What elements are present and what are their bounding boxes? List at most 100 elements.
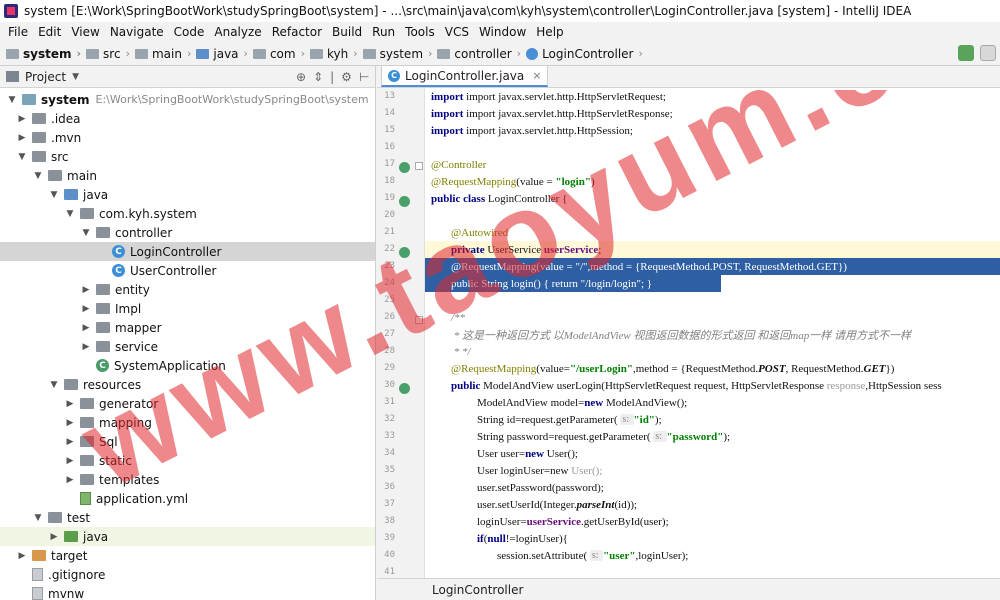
breadcrumb-kyh[interactable]: kyh › — [309, 47, 363, 61]
menu-run[interactable]: Run — [367, 25, 400, 39]
breadcrumb-main[interactable]: main › — [134, 47, 196, 61]
breadcrumb-label: LoginController — [542, 46, 634, 61]
collapse-arrow-icon[interactable]: ▶ — [64, 418, 76, 428]
tree-item-logincontroller[interactable]: C LoginController — [0, 242, 375, 261]
tab-logincontroller[interactable]: C LoginController.java × — [381, 66, 549, 87]
expand-arrow-icon[interactable]: ▼ — [6, 95, 18, 105]
expand-arrow-icon[interactable]: ▼ — [48, 380, 60, 390]
hide-icon[interactable]: ⊢ — [359, 70, 369, 84]
tree-item-label: .mvn — [51, 130, 82, 145]
chevron-down-icon[interactable]: ▼ — [72, 72, 79, 82]
tree-item-mapper[interactable]: ▶ mapper — [0, 318, 375, 337]
tree-item-package[interactable]: ▼ com.kyh.system — [0, 204, 375, 223]
tree-item-mvn[interactable]: ▶ .mvn — [0, 128, 375, 147]
tree-item-idea[interactable]: ▶ .idea — [0, 109, 375, 128]
menu-navigate[interactable]: Navigate — [105, 25, 169, 39]
module-folder-icon — [22, 94, 36, 105]
tree-item-impl[interactable]: ▶ Impl — [0, 299, 375, 318]
tree-item-usercontroller[interactable]: C UserController — [0, 261, 375, 280]
tree-item-entity[interactable]: ▶ entity — [0, 280, 375, 299]
menu-file[interactable]: File — [3, 25, 33, 39]
breadcrumb-controller[interactable]: controller › — [437, 47, 526, 61]
breadcrumb-system[interactable]: system › — [6, 47, 86, 61]
tree-item-static[interactable]: ▶ static — [0, 451, 375, 470]
fold-marker-icon[interactable] — [415, 316, 423, 324]
breadcrumb-system-package[interactable]: system › — [362, 47, 438, 61]
breadcrumb-logincontroller[interactable]: LoginController › — [526, 47, 648, 61]
tree-item-generator[interactable]: ▶ generator — [0, 394, 375, 413]
tree-item-mapping[interactable]: ▶ mapping — [0, 413, 375, 432]
collapse-arrow-icon[interactable]: ▶ — [16, 133, 28, 143]
locate-icon[interactable]: ⊕ — [296, 70, 306, 84]
tree-item-controller[interactable]: ▼ controller — [0, 223, 375, 242]
tree-item-java[interactable]: ▼ java — [0, 185, 375, 204]
expand-arrow-icon[interactable]: ▼ — [80, 228, 92, 238]
spring-bean-icon[interactable] — [399, 196, 410, 207]
collapse-arrow-icon[interactable]: ▶ — [64, 437, 76, 447]
expand-arrow-icon[interactable]: ▼ — [64, 209, 76, 219]
breadcrumb-java[interactable]: java › — [196, 47, 253, 61]
menu-build[interactable]: Build — [327, 25, 367, 39]
code-area[interactable]: import import javax.servlet.http.HttpSer… — [425, 88, 1000, 578]
tree-item-system[interactable]: ▼ system E:\Work\SpringBootWork\studySprin… — [0, 90, 375, 109]
collapse-icon[interactable]: ⇕ — [313, 70, 323, 84]
tree-item-systemapplication[interactable]: C SystemApplication — [0, 356, 375, 375]
menu-refactor[interactable]: Refactor — [267, 25, 327, 39]
fold-marker-icon[interactable] — [415, 162, 423, 170]
tree-item-service[interactable]: ▶ service — [0, 337, 375, 356]
close-icon[interactable]: × — [532, 69, 541, 82]
expand-arrow-icon[interactable]: ▼ — [32, 513, 44, 523]
tree-item-main[interactable]: ▼ main — [0, 166, 375, 185]
vcs-update-icon[interactable] — [958, 45, 974, 61]
tree-item-mvnw[interactable]: mvnw — [0, 584, 375, 600]
menu-tools[interactable]: Tools — [400, 25, 440, 39]
menu-vcs[interactable]: VCS — [440, 25, 474, 39]
expand-arrow-icon[interactable]: ▼ — [48, 190, 60, 200]
collapse-arrow-icon[interactable]: ▶ — [16, 114, 28, 124]
project-panel-title[interactable]: Project — [25, 70, 66, 84]
collapse-arrow-icon[interactable]: ▶ — [80, 323, 92, 333]
gear-icon[interactable]: ⚙ — [341, 70, 352, 84]
tree-item-label: LoginController — [130, 244, 222, 259]
collapse-arrow-icon[interactable]: ▶ — [64, 475, 76, 485]
spring-mapping-icon[interactable] — [399, 383, 410, 394]
parameter-hint: s: — [620, 414, 634, 425]
unused-parameter: response — [826, 379, 866, 392]
collapse-arrow-icon[interactable]: ▶ — [80, 342, 92, 352]
collapse-arrow-icon[interactable]: ▶ — [48, 532, 60, 542]
tree-item-templates[interactable]: ▶ templates — [0, 470, 375, 489]
collapse-arrow-icon[interactable]: ▶ — [80, 285, 92, 295]
menu-code[interactable]: Code — [169, 25, 210, 39]
breadcrumb-com[interactable]: com › — [252, 47, 310, 61]
menu-view[interactable]: View — [66, 25, 104, 39]
expand-arrow-icon[interactable]: ▼ — [32, 171, 44, 181]
menu-window[interactable]: Window — [474, 25, 531, 39]
menu-edit[interactable]: Edit — [33, 25, 66, 39]
collapse-arrow-icon[interactable]: ▶ — [64, 456, 76, 466]
package-icon — [96, 341, 110, 352]
project-structure-icon[interactable] — [980, 45, 996, 61]
tree-item-sql[interactable]: ▶ Sql — [0, 432, 375, 451]
folder-icon — [252, 48, 266, 59]
tree-item-test[interactable]: ▼ test — [0, 508, 375, 527]
collapse-arrow-icon[interactable]: ▶ — [16, 551, 28, 561]
tree-item-src[interactable]: ▼ src — [0, 147, 375, 166]
comment: /** — [451, 311, 466, 324]
tree-item-test-java[interactable]: ▶ java — [0, 527, 375, 546]
breadcrumb-src[interactable]: src › — [86, 47, 135, 61]
tree-item-target[interactable]: ▶ target — [0, 546, 375, 565]
tree-item-resources[interactable]: ▼ resources — [0, 375, 375, 394]
tree-item-gitignore[interactable]: .gitignore — [0, 565, 375, 584]
autowired-bean-icon[interactable] — [399, 247, 410, 258]
expand-arrow-icon[interactable]: ▼ — [16, 152, 28, 162]
spring-bean-icon[interactable] — [399, 162, 410, 173]
package-icon — [96, 322, 110, 333]
collapse-arrow-icon[interactable]: ▶ — [64, 399, 76, 409]
tree-item-application-yml[interactable]: application.yml — [0, 489, 375, 508]
menu-help[interactable]: Help — [531, 25, 568, 39]
collapse-arrow-icon[interactable]: ▶ — [80, 304, 92, 314]
editor-breadcrumb-class[interactable]: LoginController — [432, 583, 523, 597]
menu-analyze[interactable]: Analyze — [209, 25, 266, 39]
line-number: 33 — [384, 431, 395, 441]
editor-gutter: 13 14 15 16 17 18 19 20 21 22 23 24 25 2… — [377, 88, 425, 578]
